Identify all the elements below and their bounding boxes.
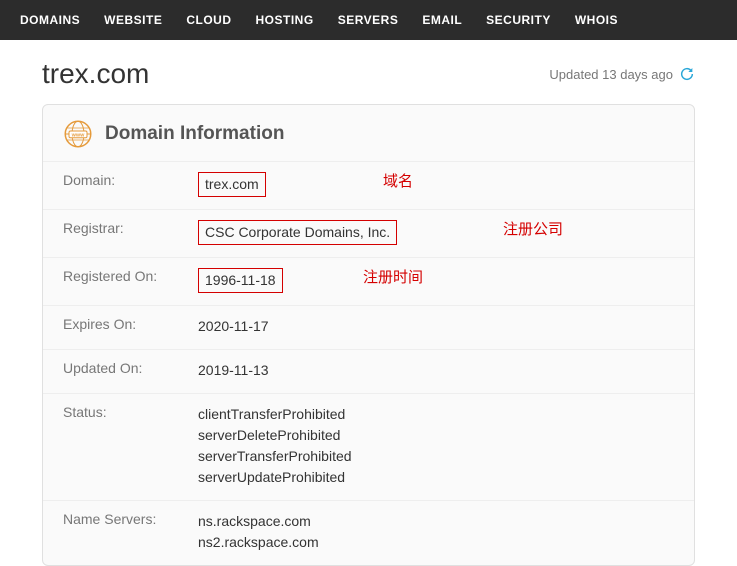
hero-row: trex.com Updated 13 days ago bbox=[0, 40, 737, 104]
label-name-servers: Name Servers: bbox=[63, 511, 198, 527]
nav-item-domains[interactable]: DOMAINS bbox=[20, 13, 80, 27]
domain-info-card: WWW Domain Information Domain: trex.com … bbox=[42, 104, 695, 566]
annotation-registrar: 注册公司 bbox=[503, 218, 563, 239]
value-registrar: CSC Corporate Domains, Inc. bbox=[198, 220, 397, 245]
status-item: clientTransferProhibited bbox=[198, 404, 352, 425]
row-domain: Domain: trex.com 域名 bbox=[43, 162, 694, 210]
label-registered-on: Registered On: bbox=[63, 268, 198, 284]
card-header: WWW Domain Information bbox=[43, 105, 694, 162]
nav-item-whois[interactable]: WHOIS bbox=[575, 13, 618, 27]
ns-item: ns.rackspace.com bbox=[198, 511, 319, 532]
label-status: Status: bbox=[63, 404, 198, 420]
updated-text: Updated 13 days ago bbox=[549, 67, 673, 82]
row-registered-on: Registered On: 1996-11-18 注册时间 bbox=[43, 258, 694, 306]
annotation-registered-on: 注册时间 bbox=[363, 266, 423, 287]
nav-item-security[interactable]: SECURITY bbox=[486, 13, 551, 27]
annotation-domain: 域名 bbox=[383, 170, 413, 191]
status-item: serverDeleteProhibited bbox=[198, 425, 352, 446]
label-updated-on: Updated On: bbox=[63, 360, 198, 376]
value-domain: trex.com bbox=[198, 172, 266, 197]
row-updated-on: Updated On: 2019-11-13 bbox=[43, 350, 694, 394]
svg-text:WWW: WWW bbox=[72, 132, 85, 137]
row-expires-on: Expires On: 2020-11-17 bbox=[43, 306, 694, 350]
nav-item-servers[interactable]: SERVERS bbox=[338, 13, 399, 27]
row-status: Status: clientTransferProhibited serverD… bbox=[43, 394, 694, 501]
updated-wrap: Updated 13 days ago bbox=[549, 66, 695, 82]
value-name-servers: ns.rackspace.com ns2.rackspace.com bbox=[198, 511, 319, 553]
label-domain: Domain: bbox=[63, 172, 198, 188]
label-expires-on: Expires On: bbox=[63, 316, 198, 332]
nav-item-email[interactable]: EMAIL bbox=[422, 13, 462, 27]
ns-item: ns2.rackspace.com bbox=[198, 532, 319, 553]
status-item: serverUpdateProhibited bbox=[198, 467, 352, 488]
value-status: clientTransferProhibited serverDeletePro… bbox=[198, 404, 352, 488]
row-registrar: Registrar: CSC Corporate Domains, Inc. 注… bbox=[43, 210, 694, 258]
value-registered-on: 1996-11-18 bbox=[198, 268, 283, 293]
nav-item-website[interactable]: WEBSITE bbox=[104, 13, 162, 27]
nav-item-cloud[interactable]: CLOUD bbox=[186, 13, 231, 27]
value-expires-on: 2020-11-17 bbox=[198, 316, 269, 337]
row-name-servers: Name Servers: ns.rackspace.com ns2.racks… bbox=[43, 501, 694, 565]
label-registrar: Registrar: bbox=[63, 220, 198, 236]
status-item: serverTransferProhibited bbox=[198, 446, 352, 467]
globe-www-icon: WWW bbox=[63, 119, 93, 149]
domain-title: trex.com bbox=[42, 58, 149, 90]
top-nav: DOMAINS WEBSITE CLOUD HOSTING SERVERS EM… bbox=[0, 0, 737, 40]
nav-item-hosting[interactable]: HOSTING bbox=[256, 13, 314, 27]
card-title: Domain Information bbox=[105, 123, 284, 145]
refresh-icon[interactable] bbox=[679, 66, 695, 82]
value-updated-on: 2019-11-13 bbox=[198, 360, 269, 381]
